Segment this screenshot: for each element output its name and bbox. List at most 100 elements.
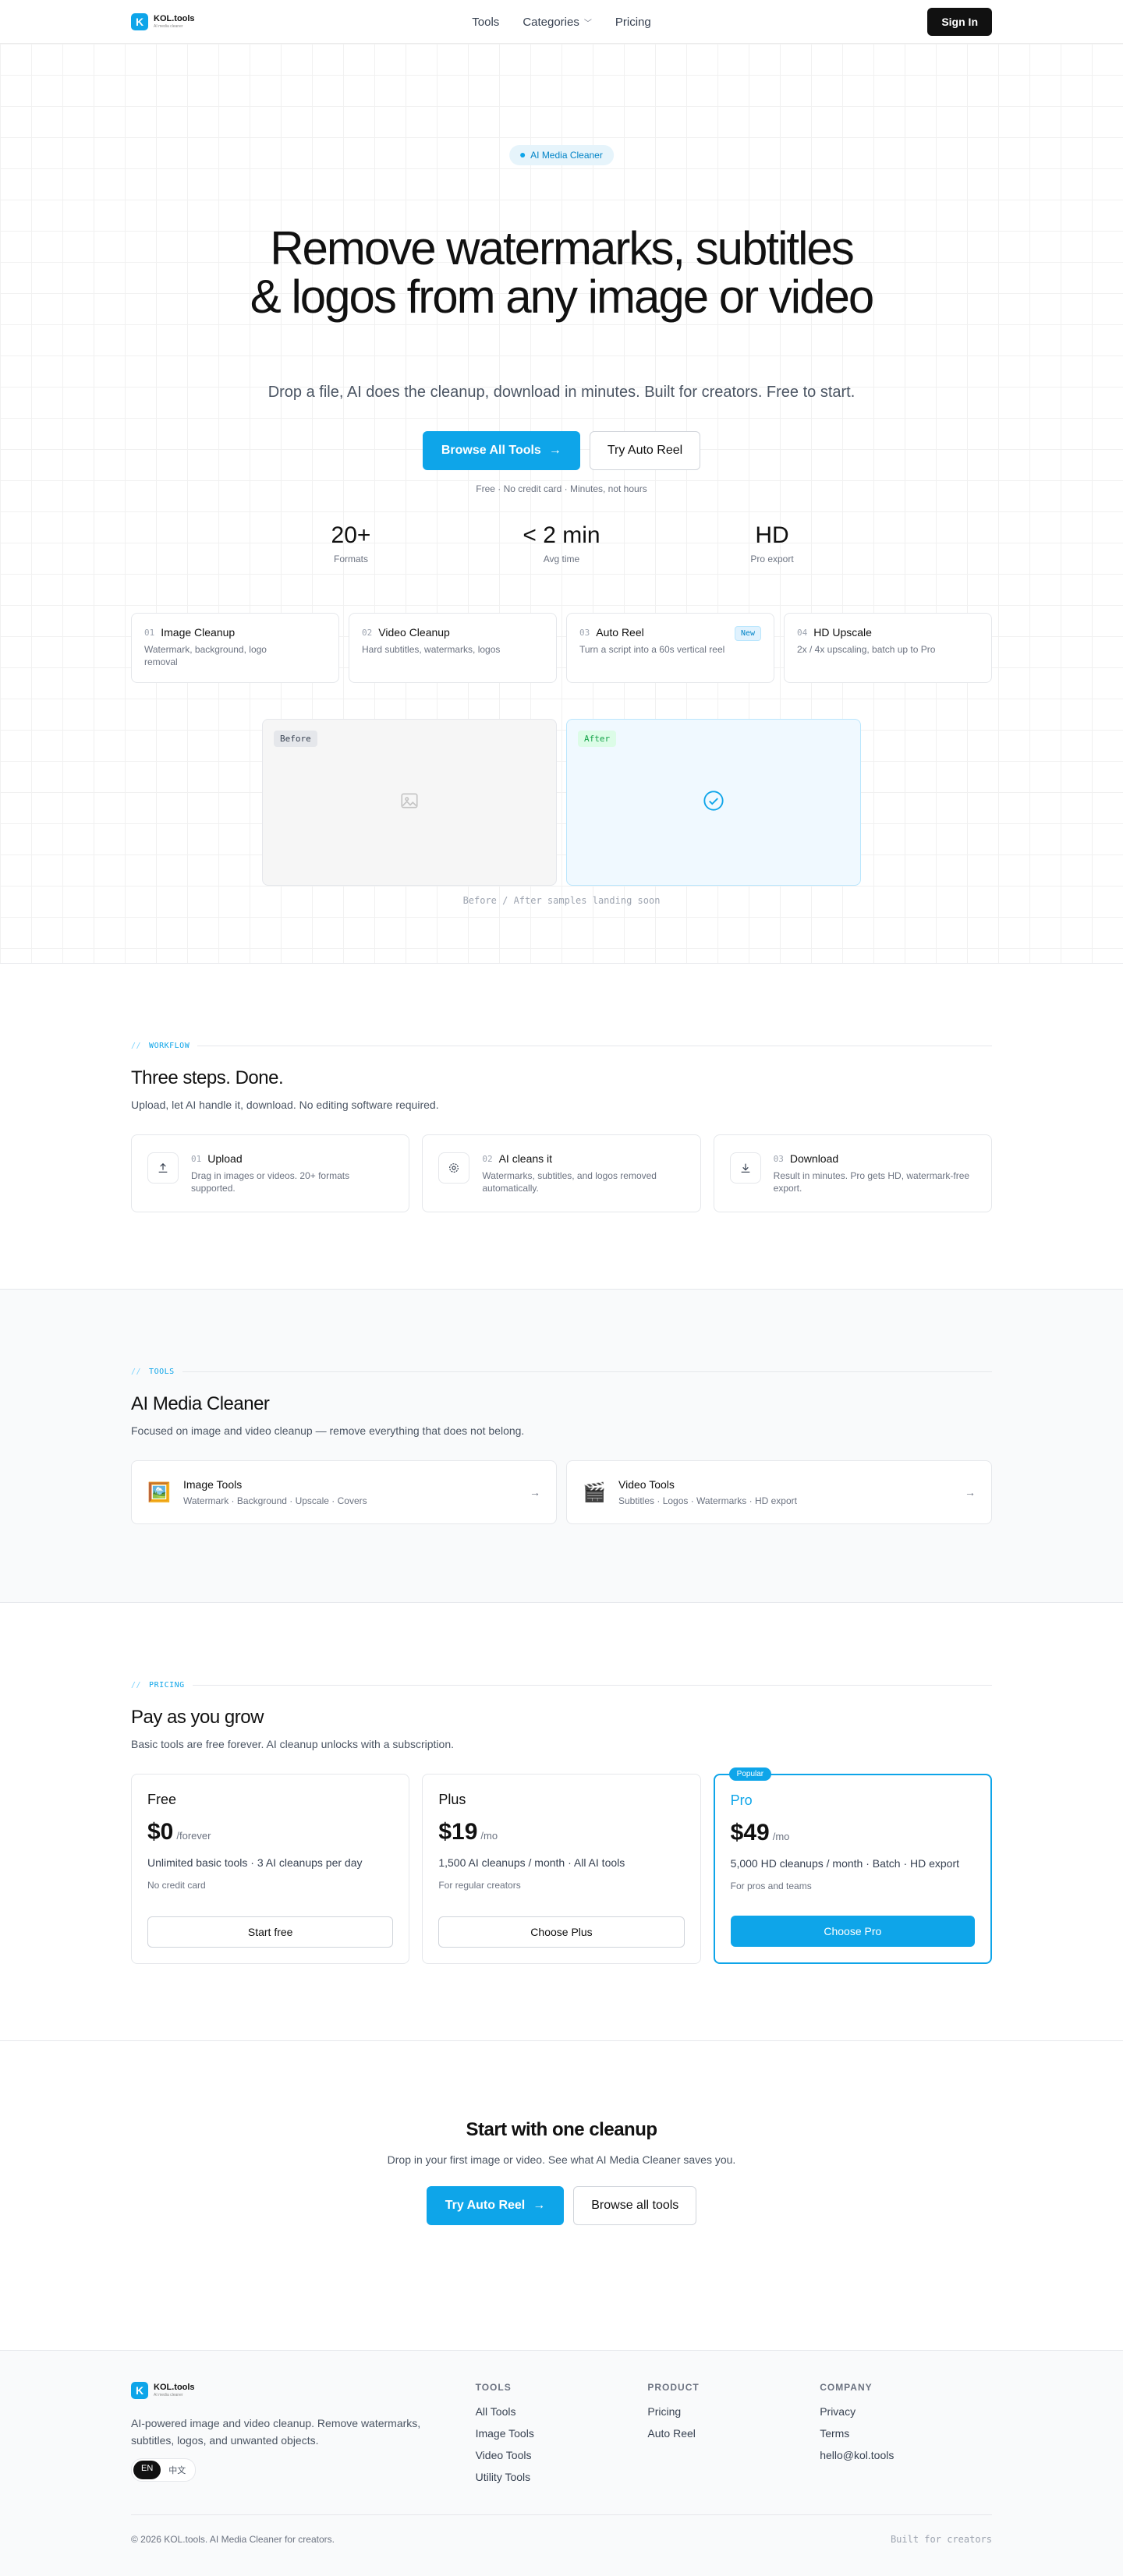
footer-link-terms[interactable]: Terms bbox=[820, 2427, 992, 2440]
browse-all-tools-label: Browse All Tools bbox=[441, 444, 541, 457]
feature-image-cleanup[interactable]: 01 Image Cleanup Watermark, background, l… bbox=[131, 613, 339, 683]
plan-period: /forever bbox=[176, 1830, 211, 1842]
plan-plus: Plus $19/mo 1,500 AI cleanups / month · … bbox=[422, 1774, 701, 1964]
feature-title: Auto Reel bbox=[596, 626, 644, 639]
footer-col-heading: COMPANY bbox=[820, 2382, 873, 2393]
hero-badge-label: AI Media Cleaner bbox=[530, 150, 603, 161]
browse-all-tools-button[interactable]: Browse All Tools → bbox=[422, 431, 580, 470]
try-auto-reel-button[interactable]: Try Auto Reel bbox=[589, 431, 701, 470]
stats: 20+ Formats < 2 min Avg time HD Pro expo… bbox=[0, 522, 1123, 564]
feature-video-cleanup[interactable]: 02 Video Cleanup Hard subtitles, watermar… bbox=[349, 613, 557, 683]
footer-link-auto-reel[interactable]: Auto Reel bbox=[647, 2427, 820, 2440]
step-num: 02 bbox=[482, 1153, 493, 1164]
stat-label: Formats bbox=[333, 554, 368, 564]
plan-pro: Popular Pro $49/mo 5,000 HD cleanups / m… bbox=[713, 1767, 992, 1964]
cta-try-auto-reel-button[interactable]: Try Auto Reel → bbox=[426, 2186, 565, 2225]
footer-link-all-tools[interactable]: All Tools bbox=[476, 2405, 648, 2418]
clapperboard-icon: 🎬 bbox=[583, 1481, 606, 1503]
footer-link-video-tools[interactable]: Video Tools bbox=[476, 2449, 648, 2461]
upload-icon bbox=[147, 1152, 179, 1184]
step-ai-cleans: 02 AI cleans it Watermarks, subtitles, an… bbox=[422, 1134, 701, 1212]
nav-pricing[interactable]: Pricing bbox=[615, 16, 651, 29]
hero: AI Media Cleaner Remove watermarks, subt… bbox=[0, 44, 1123, 964]
eyebrow-label: TOOLS bbox=[149, 1368, 175, 1376]
workflow-section: // WORKFLOW Three steps. Done. Upload, l… bbox=[0, 964, 1123, 1290]
feature-desc: Turn a script into a 60s vertical reel bbox=[579, 644, 725, 655]
footer-description: AI-powered image and video cleanup. Remo… bbox=[131, 2417, 421, 2447]
footer-link-pricing[interactable]: Pricing bbox=[647, 2405, 820, 2418]
sign-in-button[interactable]: Sign In bbox=[927, 7, 992, 36]
footer-col-product: PRODUCT Pricing Auto Reel bbox=[647, 2382, 820, 2483]
hero-title: Remove watermarks, subtitles & logos fro… bbox=[250, 222, 874, 323]
nav-categories[interactable]: Categories ﹀ bbox=[523, 16, 592, 29]
hero-subtitle: Drop a file, AI does the cleanup, downlo… bbox=[267, 384, 856, 401]
footer-link-image-tools[interactable]: Image Tools bbox=[476, 2427, 648, 2440]
step-title: Upload bbox=[207, 1152, 243, 1165]
pricing-subtitle: Basic tools are free forever. AI cleanup… bbox=[131, 1738, 454, 1750]
cta-browse-all-tools-button[interactable]: Browse all tools bbox=[573, 2186, 697, 2225]
copyright: © 2026 KOL.tools. AI Media Cleaner for c… bbox=[131, 2534, 335, 2545]
nav-categories-label: Categories bbox=[523, 15, 579, 29]
plan-name: Pro bbox=[730, 1792, 753, 1808]
feature-num: 03 bbox=[579, 627, 590, 638]
feature-desc: Watermark, background, logo removal bbox=[144, 644, 267, 667]
feature-desc: Hard subtitles, watermarks, logos bbox=[362, 644, 501, 655]
plan-free: Free $0/forever Unlimited basic tools · … bbox=[131, 1774, 410, 1964]
nav-pricing-label: Pricing bbox=[615, 15, 651, 29]
nav-tools[interactable]: Tools bbox=[472, 16, 499, 29]
footer-link-utility-tools[interactable]: Utility Tools bbox=[476, 2471, 648, 2483]
after-panel: After bbox=[566, 719, 861, 886]
footer-col-company: COMPANY Privacy Terms hello@kol.tools bbox=[820, 2382, 992, 2483]
gear-icon bbox=[438, 1152, 470, 1184]
eyebrow-slash: // bbox=[131, 1042, 142, 1050]
eyebrow-slash: // bbox=[131, 1368, 142, 1376]
plan-name: Plus bbox=[438, 1792, 466, 1807]
feature-num: 01 bbox=[144, 627, 155, 638]
popular-badge: Popular bbox=[728, 1767, 772, 1781]
image-placeholder-icon bbox=[399, 791, 420, 815]
logo-name: KOL.tools bbox=[154, 13, 195, 23]
choose-pro-button[interactable]: Choose Pro bbox=[730, 1916, 975, 1947]
pricing-section: // PRICING Pay as you grow Basic tools a… bbox=[0, 1603, 1123, 2041]
arrow-right-icon: → bbox=[530, 1486, 540, 1499]
feature-cards: 01 Image Cleanup Watermark, background, l… bbox=[131, 613, 992, 683]
feature-num: 02 bbox=[362, 627, 373, 638]
lang-en[interactable]: EN bbox=[133, 2461, 161, 2479]
feature-title: Image Cleanup bbox=[161, 626, 236, 639]
cta-section: Start with one cleanup Drop in your firs… bbox=[0, 2041, 1123, 2350]
tools-section: // TOOLS AI Media Cleaner Focused on ima… bbox=[0, 1290, 1123, 1603]
video-tools-card[interactable]: 🎬 Video Tools Subtitles · Logos · Waterm… bbox=[566, 1460, 992, 1524]
arrow-right-icon: → bbox=[548, 444, 562, 457]
tool-card-desc: Subtitles · Logos · Watermarks · HD expo… bbox=[618, 1495, 797, 1506]
choose-plus-button[interactable]: Choose Plus bbox=[438, 1916, 685, 1948]
footer-link-privacy[interactable]: Privacy bbox=[820, 2405, 992, 2418]
tools-eyebrow: // TOOLS bbox=[131, 1368, 992, 1376]
hero-ctas: Browse All Tools → Try Auto Reel bbox=[0, 431, 1123, 470]
logo[interactable]: K KOL.tools AI media cleaner bbox=[131, 12, 195, 30]
cta-primary-label: Try Auto Reel bbox=[445, 2199, 526, 2212]
lang-zh[interactable]: 中文 bbox=[161, 2461, 193, 2479]
compare-note: Before / After samples landing soon bbox=[462, 895, 661, 906]
image-tools-card[interactable]: 🖼️ Image Tools Watermark · Background · … bbox=[131, 1460, 557, 1524]
feature-title: HD Upscale bbox=[813, 626, 872, 639]
step-download: 03 Download Result in minutes. Pro gets H… bbox=[713, 1134, 992, 1212]
step-desc: Watermarks, subtitles, and logos removed… bbox=[482, 1170, 657, 1194]
stat-pro-export: HD Pro export bbox=[667, 522, 877, 564]
footer-brand: K KOL.tools AI media cleaner AI-powered … bbox=[131, 2382, 476, 2483]
feature-auto-reel[interactable]: 03 Auto Reel Turn a script into a 60s ver… bbox=[566, 613, 774, 683]
feature-hd-upscale[interactable]: 04 HD Upscale 2x / 4x upscaling, batch up… bbox=[784, 613, 992, 683]
start-free-button[interactable]: Start free bbox=[147, 1916, 394, 1948]
plan-price: $19 bbox=[438, 1819, 478, 1845]
feature-num: 04 bbox=[797, 627, 808, 638]
footer-link-email[interactable]: hello@kol.tools bbox=[820, 2449, 992, 2461]
eyebrow-label: WORKFLOW bbox=[149, 1042, 190, 1050]
workflow-subtitle: Upload, let AI handle it, download. No e… bbox=[131, 1099, 439, 1111]
tool-card-desc: Watermark · Background · Upscale · Cover… bbox=[183, 1495, 367, 1506]
tool-card-title: Video Tools bbox=[618, 1478, 675, 1491]
picture-icon: 🖼️ bbox=[147, 1481, 171, 1503]
plan-note: No credit card bbox=[147, 1880, 206, 1891]
eyebrow-label: PRICING bbox=[149, 1681, 185, 1690]
step-desc: Drag in images or videos. 20+ formats su… bbox=[191, 1170, 350, 1194]
footer-logo[interactable]: K KOL.tools AI media cleaner bbox=[131, 2382, 476, 2399]
logo-tagline: AI media cleaner bbox=[154, 2393, 183, 2397]
